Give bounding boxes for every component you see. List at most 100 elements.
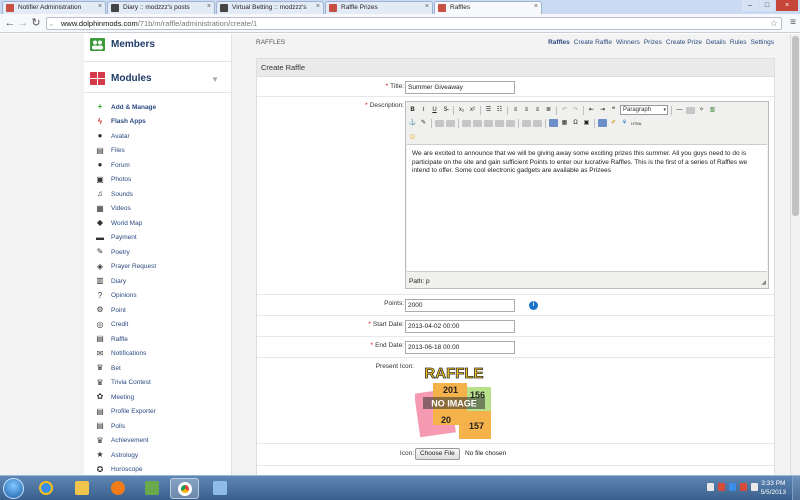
undo-button[interactable]: ↶: [560, 105, 569, 115]
remove-format-icon[interactable]: [686, 106, 695, 114]
indent-button[interactable]: ⇥: [598, 105, 607, 115]
topnav-link-rules[interactable]: Rules: [730, 39, 747, 46]
subscript-button[interactable]: x₂: [457, 105, 466, 115]
tab-diary[interactable]: Diary :: modzzz's posts ×: [107, 1, 215, 14]
browser-menu-icon[interactable]: ≡: [790, 17, 796, 29]
tab-raffle-prizes[interactable]: Raffle Prizes ×: [325, 1, 433, 14]
preview-icon[interactable]: [598, 119, 607, 127]
sidebar-item-poetry[interactable]: ✎ Poetry: [96, 245, 156, 260]
horizontal-rule-button[interactable]: —: [675, 105, 684, 115]
align-right-button[interactable]: ≡: [533, 105, 542, 115]
choose-file-button[interactable]: Choose File: [415, 448, 460, 460]
page-scrollbar[interactable]: [790, 34, 800, 475]
html-icon[interactable]: HTML: [631, 118, 642, 128]
outdent-button[interactable]: ⇤: [587, 105, 596, 115]
tab-raffles[interactable]: Raffles ×: [434, 1, 542, 14]
sidebar-item-credit[interactable]: ◎ Credit: [96, 318, 156, 333]
sidebar-item-avatar[interactable]: ● Avatar: [96, 129, 156, 144]
superscript-button[interactable]: x²: [468, 105, 477, 115]
sidebar-item-flash-apps[interactable]: ϟ Flash Apps: [96, 115, 156, 130]
tab-notifier-administration[interactable]: Notifier Administration ×: [2, 1, 106, 14]
resize-handle-icon[interactable]: ◢: [761, 279, 766, 286]
link-icon[interactable]: ⚘: [620, 118, 629, 128]
sidebar-item-files[interactable]: ▤ Files: [96, 144, 156, 159]
sidebar-item-profile-exporter[interactable]: ▤ Profile Exporter: [96, 405, 156, 420]
sidebar-item-polls[interactable]: ▤ Polls: [96, 419, 156, 434]
back-button[interactable]: ←: [4, 17, 16, 29]
start-button[interactable]: [3, 478, 24, 499]
maximize-button[interactable]: □: [759, 0, 775, 11]
points-input[interactable]: 2000: [405, 299, 515, 312]
numbered-list-button[interactable]: ☷: [495, 105, 504, 115]
reload-button[interactable]: ↻: [30, 17, 42, 29]
topnav-link-winners[interactable]: Winners: [616, 39, 640, 46]
address-bar[interactable]: ▫ www.dolphinmods.com/71b/m/raffle/admin…: [46, 17, 782, 30]
close-tab-icon[interactable]: ×: [207, 3, 211, 10]
sidebar-item-opinions[interactable]: ? Opinions: [96, 289, 156, 304]
close-tab-icon[interactable]: ×: [425, 3, 429, 10]
sidebar-item-trivia-contest[interactable]: ♛ Trivia Contest: [96, 376, 156, 391]
close-window-button[interactable]: ×: [776, 0, 798, 11]
image-icon[interactable]: ▣: [582, 118, 591, 128]
tray-volume-icon[interactable]: [751, 483, 758, 491]
topnav-link-create-prize[interactable]: Create Prize: [666, 39, 702, 46]
scrollbar-thumb[interactable]: [792, 36, 799, 216]
insert-table-icon[interactable]: [549, 119, 558, 127]
sidebar-item-photos[interactable]: ▣ Photos: [96, 173, 156, 188]
close-tab-icon[interactable]: ×: [534, 3, 538, 10]
sidebar-item-astrology[interactable]: ★ Astrology: [96, 448, 156, 463]
minimize-button[interactable]: –: [742, 0, 758, 11]
sidebar-item-achievement[interactable]: ♛ Achievement: [96, 434, 156, 449]
taskbar-explorer-icon[interactable]: [68, 478, 97, 499]
taskbar-chrome-icon[interactable]: [170, 478, 199, 499]
taskbar-tool-icon[interactable]: [138, 478, 167, 499]
show-desktop-button[interactable]: [792, 476, 800, 500]
sidebar-item-diary[interactable]: ▥ Diary: [96, 274, 156, 289]
special-char-icon[interactable]: Ω: [571, 118, 580, 128]
split-cells-icon[interactable]: [506, 119, 515, 127]
sidebar-item-horoscope[interactable]: ✪ Horoscope: [96, 463, 156, 476]
strikethrough-button[interactable]: S̶: [441, 105, 450, 115]
cell-props-icon[interactable]: [533, 119, 542, 127]
insert-row-icon[interactable]: [462, 119, 471, 127]
title-input[interactable]: Summer Giveaway: [405, 81, 515, 94]
close-tab-icon[interactable]: ×: [98, 3, 102, 10]
anchor-icon[interactable]: ⚓: [408, 118, 417, 128]
sidebar-item-raffle[interactable]: ▤ Raffle: [96, 332, 156, 347]
bullet-list-button[interactable]: ☰: [484, 105, 493, 115]
sidebar-item-prayer-request[interactable]: ◈ Prayer Request: [96, 260, 156, 275]
html-source-button[interactable]: ▥: [708, 105, 717, 115]
delete-column-icon[interactable]: [495, 119, 504, 127]
tray-app-icon[interactable]: [718, 483, 725, 491]
modules-header[interactable]: Modules: [90, 72, 152, 85]
justify-button[interactable]: ≣: [544, 105, 553, 115]
align-center-button[interactable]: ≡: [522, 105, 531, 115]
table-row-icon[interactable]: [446, 119, 455, 127]
topnav-link-create-raffle[interactable]: Create Raffle: [574, 39, 612, 46]
sidebar-item-notifications[interactable]: ✉ Notifications: [96, 347, 156, 362]
italic-button[interactable]: I: [419, 105, 428, 115]
taskbar-clock[interactable]: 3:33 PM 5/5/2013: [761, 479, 786, 497]
table-icon[interactable]: [435, 119, 444, 127]
topnav-link-raffles[interactable]: Raffles: [548, 39, 570, 46]
sidebar-item-bet[interactable]: ♛ Bet: [96, 361, 156, 376]
end-date-input[interactable]: 2013-06-18 00:00: [405, 341, 515, 354]
format-select[interactable]: Paragraph ▾: [620, 105, 668, 115]
description-editor-body[interactable]: We are excited to announce that we will …: [407, 144, 767, 272]
taskbar-ie-icon[interactable]: [32, 478, 61, 499]
sidebar-item-forum[interactable]: ● Forum: [96, 158, 156, 173]
topnav-link-settings[interactable]: Settings: [751, 39, 775, 46]
close-tab-icon[interactable]: ×: [316, 3, 320, 10]
tab-virtual-betting[interactable]: Virtual Betting :: modzzz's ×: [216, 1, 324, 14]
sidebar-item-payment[interactable]: ▬ Payment: [96, 231, 156, 246]
paint-icon[interactable]: ✐: [609, 118, 618, 128]
bookmark-star-icon[interactable]: ☆: [770, 18, 778, 29]
sidebar-item-meeting[interactable]: ✿ Meeting: [96, 390, 156, 405]
taskbar-media-player-icon[interactable]: [104, 478, 133, 499]
cleanup-button[interactable]: ✧: [697, 105, 706, 115]
sidebar-item-world-map[interactable]: ◆ World Map: [96, 216, 156, 231]
tray-flag-icon[interactable]: [729, 483, 736, 491]
emoticon-icon[interactable]: ☺: [408, 131, 417, 141]
taskbar-paint-icon[interactable]: [206, 478, 235, 499]
delete-row-icon[interactable]: [473, 119, 482, 127]
